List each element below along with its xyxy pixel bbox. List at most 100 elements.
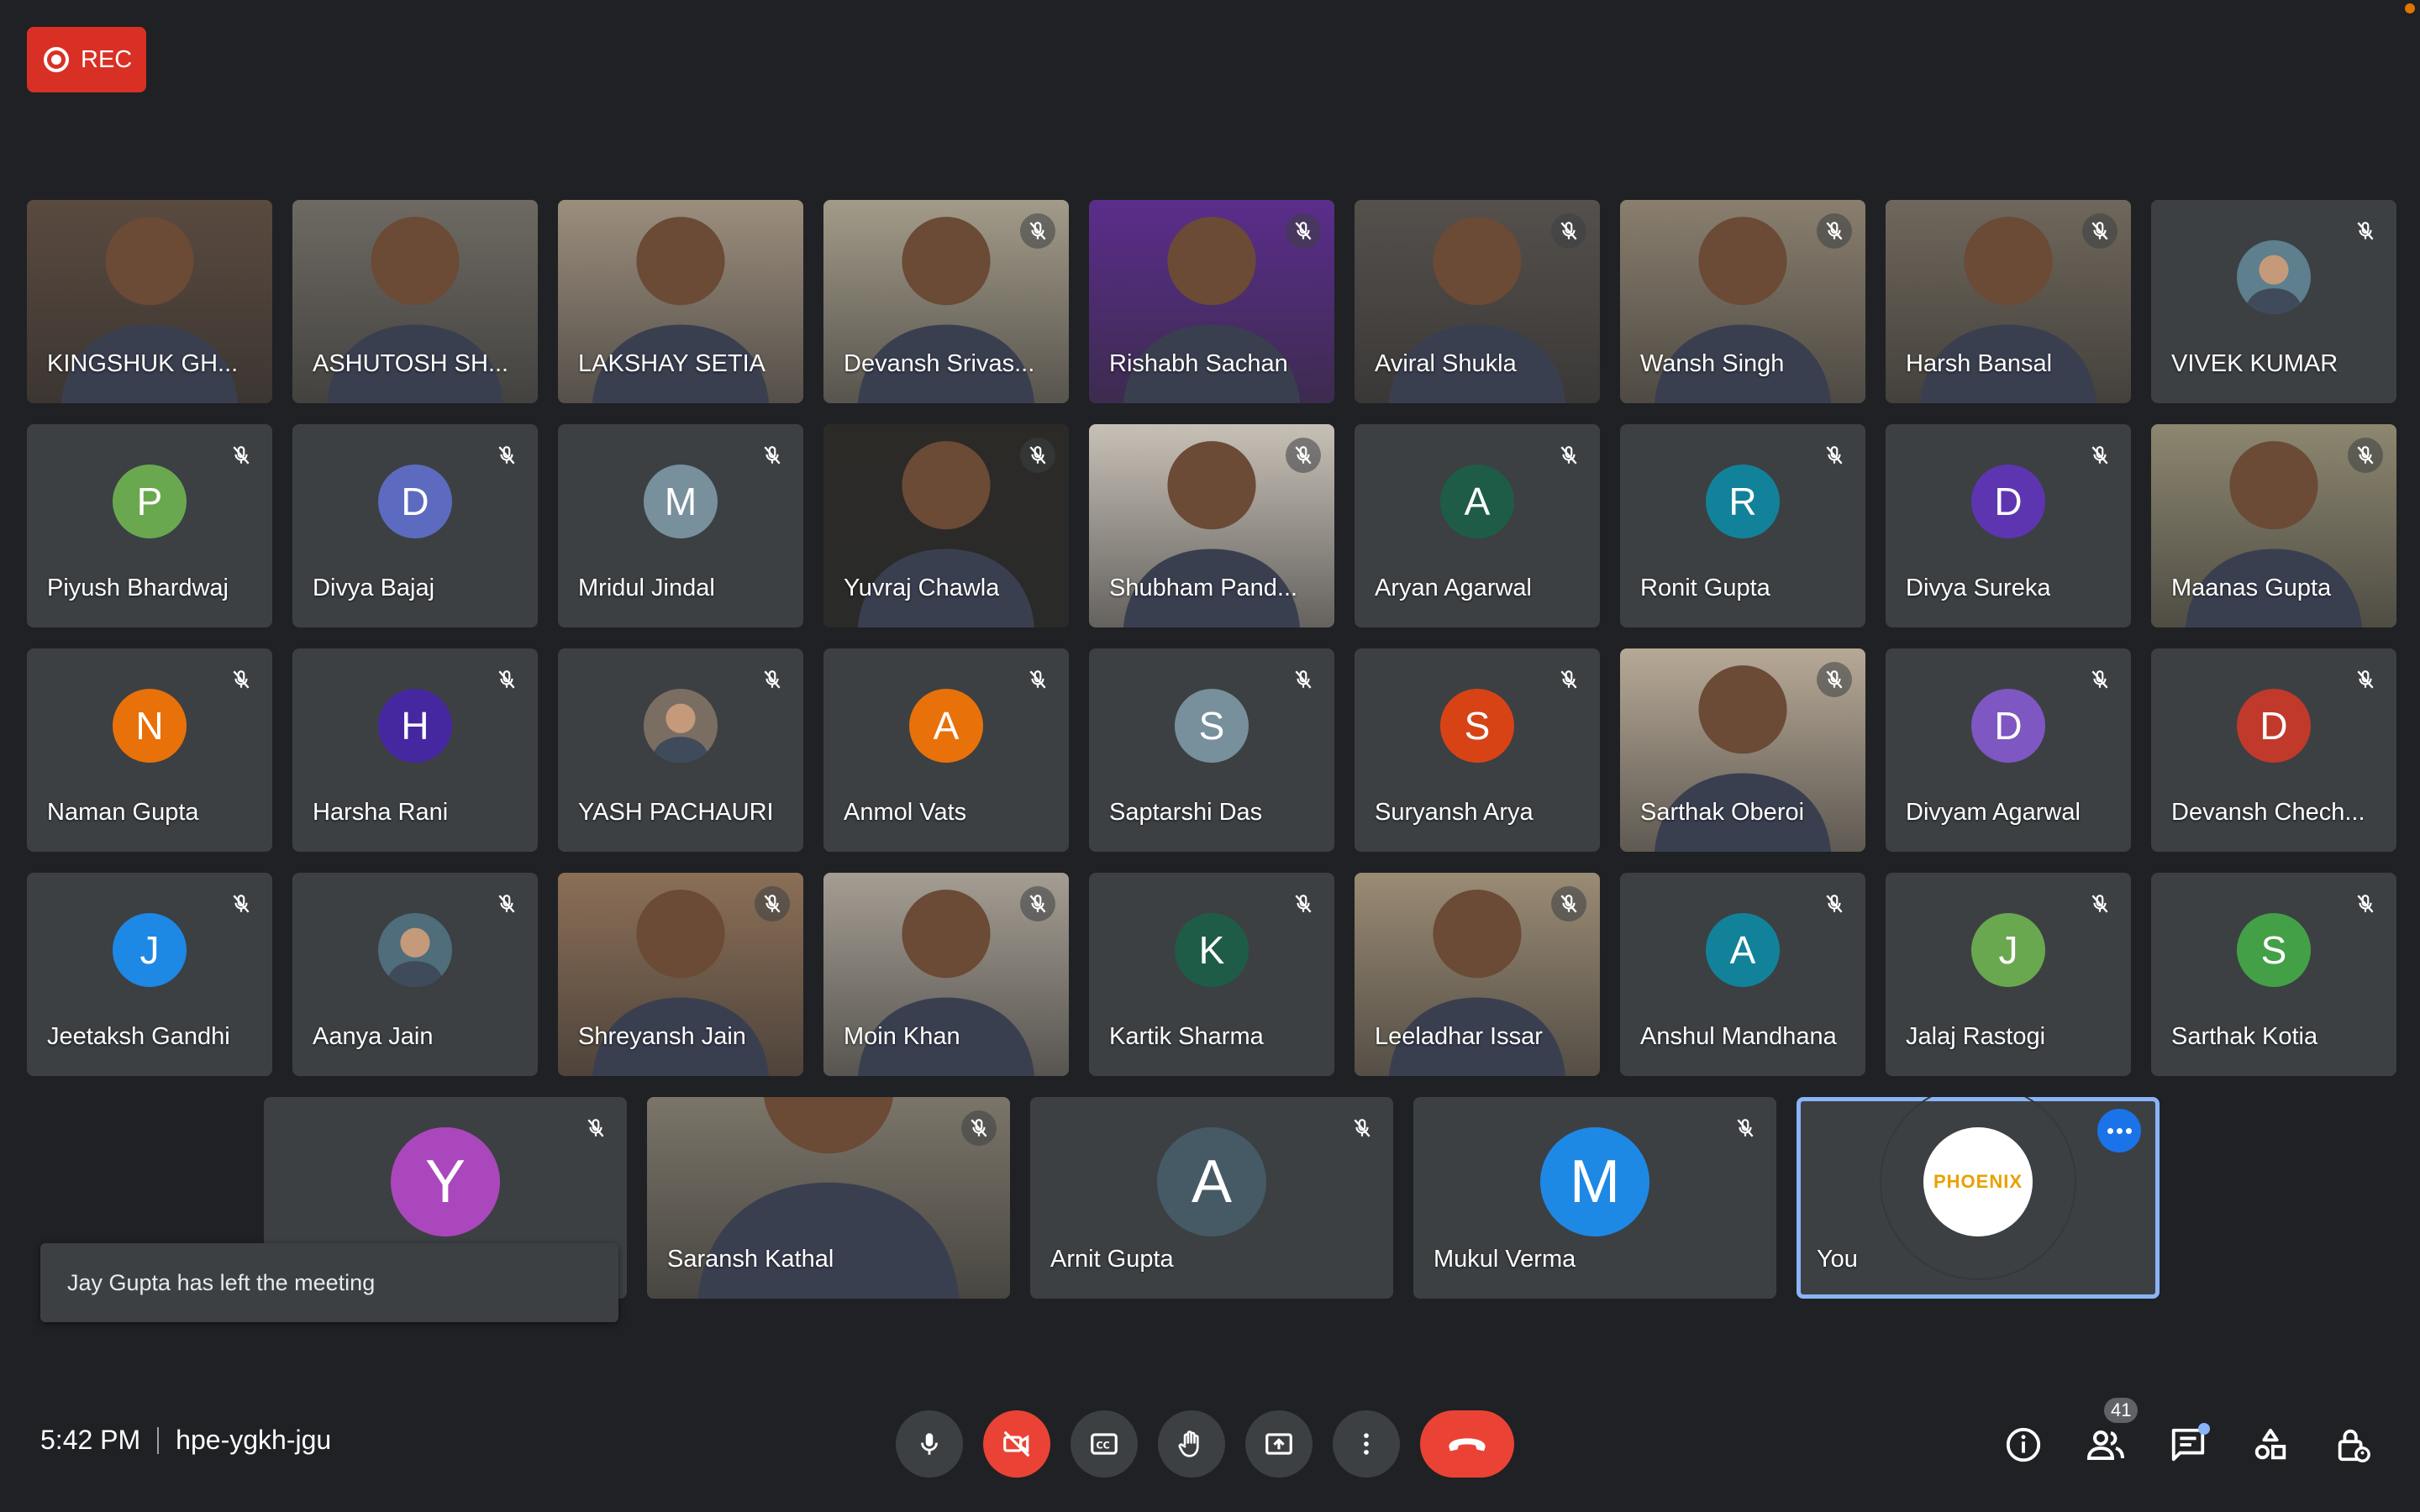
mic-off-icon	[1560, 670, 1577, 689]
participant-name: Piyush Bhardwaj	[47, 575, 229, 601]
mic-off-icon	[1826, 222, 1843, 240]
more-options-icon	[1364, 1433, 1369, 1455]
participant-tile[interactable]: Yuvraj Chawla	[823, 424, 1069, 627]
participant-name: Wansh Singh	[1640, 350, 1785, 377]
participant-tile[interactable]: Sarthak Oberoi	[1620, 648, 1865, 852]
participant-tile[interactable]: D Divya Bajaj	[292, 424, 538, 627]
mic-button[interactable]	[896, 1410, 963, 1478]
participant-tile[interactable]: YASH PACHAURI	[558, 648, 803, 852]
participant-tile[interactable]: Moin Khan	[823, 873, 1069, 1076]
avatar-photo	[378, 912, 452, 987]
mic-muted-indicator	[1728, 1110, 1763, 1146]
mic-muted-indicator	[1551, 213, 1586, 249]
participant-tile[interactable]: H Harsha Rani	[292, 648, 538, 852]
mic-muted-indicator	[755, 438, 790, 473]
participant-tile[interactable]: Wansh Singh	[1620, 200, 1865, 403]
participant-name: Aryan Agarwal	[1375, 575, 1532, 601]
participant-tile[interactable]: K Kartik Sharma	[1089, 873, 1334, 1076]
side-panel-controls: 41	[2000, 1398, 2376, 1478]
participant-tile[interactable]: A Arnit Gupta	[1030, 1097, 1393, 1299]
mic-icon	[921, 1433, 938, 1455]
mic-off-icon	[1354, 1119, 1370, 1137]
participant-name: Divya Bajaj	[313, 575, 435, 601]
mic-muted-indicator	[1286, 438, 1321, 473]
mic-off-icon	[498, 670, 515, 689]
dot	[2107, 1127, 2113, 1134]
avatar-initial: D	[1971, 688, 2045, 763]
participant-tile[interactable]: M Mukul Verma	[1413, 1097, 1776, 1299]
participant-tile[interactable]: Leeladhar Issar	[1355, 873, 1600, 1076]
leave-call-button[interactable]	[1420, 1410, 1514, 1478]
more-options-button[interactable]	[1333, 1410, 1400, 1478]
meeting-details-button[interactable]	[2000, 1411, 2047, 1478]
mic-muted-indicator	[2082, 886, 2118, 921]
present-button[interactable]	[1245, 1410, 1313, 1478]
divider	[157, 1426, 160, 1454]
participant-tile[interactable]: Shreyansh Jain	[558, 873, 803, 1076]
participant-tile[interactable]: KINGSHUK GH...	[27, 200, 272, 403]
people-button[interactable]: 41	[2082, 1398, 2139, 1478]
participant-tile[interactable]: Rishabh Sachan	[1089, 200, 1334, 403]
participant-name: Suryansh Arya	[1375, 799, 1534, 826]
participant-tile[interactable]: D Divya Sureka	[1886, 424, 2131, 627]
mic-muted-indicator	[1817, 213, 1852, 249]
activities-button[interactable]	[2247, 1411, 2294, 1478]
mic-muted-indicator	[1020, 213, 1055, 249]
mic-muted-indicator	[961, 1110, 997, 1146]
camera-button[interactable]	[983, 1410, 1050, 1478]
toast-text: Jay Gupta has left the meeting	[67, 1269, 376, 1295]
participant-tile[interactable]: LAKSHAY SETIA	[558, 200, 803, 403]
captions-button[interactable]: CC	[1071, 1410, 1138, 1478]
participant-tile[interactable]: J Jalaj Rastogi	[1886, 873, 2131, 1076]
participant-tile[interactable]: Shubham Pand...	[1089, 424, 1334, 627]
participant-tile[interactable]: ASHUTOSH SH...	[292, 200, 538, 403]
mic-muted-indicator	[1817, 662, 1852, 697]
participant-tile[interactable]: Saransh Kathal	[647, 1097, 1010, 1299]
host-controls-button[interactable]	[2329, 1411, 2376, 1478]
self-tile[interactable]: PHOENIX You	[1797, 1097, 2160, 1299]
tile-more-options-button[interactable]	[2097, 1109, 2141, 1152]
mic-muted-indicator	[1286, 213, 1321, 249]
mic-muted-indicator	[224, 886, 259, 921]
participant-tile[interactable]: VIVEK KUMAR	[2151, 200, 2396, 403]
participant-tile[interactable]: Aviral Shukla	[1355, 200, 1600, 403]
participant-tile[interactable]: Harsh Bansal	[1886, 200, 2131, 403]
participant-tile[interactable]: A Aryan Agarwal	[1355, 424, 1600, 627]
raise-hand-icon	[1178, 1431, 1199, 1457]
participant-tile[interactable]: D Divyam Agarwal	[1886, 648, 2131, 852]
participant-tile[interactable]: J Jeetaksh Gandhi	[27, 873, 272, 1076]
participant-tile[interactable]: Devansh Srivas...	[823, 200, 1069, 403]
participant-tile[interactable]: N Naman Gupta	[27, 648, 272, 852]
camera-off-icon	[1003, 1431, 1030, 1457]
mic-muted-indicator	[1286, 662, 1321, 697]
mic-off-icon	[2357, 895, 2374, 913]
mic-muted-indicator	[1020, 662, 1055, 697]
participant-tile[interactable]: S Sarthak Kotia	[2151, 873, 2396, 1076]
chat-button[interactable]	[2165, 1411, 2212, 1478]
participant-tile[interactable]: M Mridul Jindal	[558, 424, 803, 627]
participant-tile[interactable]: D Devansh Chech...	[2151, 648, 2396, 852]
avatar-initial: S	[2237, 912, 2311, 987]
participant-tile[interactable]: P Piyush Bhardwaj	[27, 424, 272, 627]
raise-hand-button[interactable]	[1158, 1410, 1225, 1478]
record-icon	[44, 47, 69, 72]
mic-off-icon	[2091, 222, 2108, 240]
participant-tile[interactable]: R Ronit Gupta	[1620, 424, 1865, 627]
mic-off-icon	[1029, 895, 1046, 913]
participant-tile[interactable]: S Saptarshi Das	[1089, 648, 1334, 852]
participant-tile[interactable]: S Suryansh Arya	[1355, 648, 1600, 852]
avatar-initial: S	[1440, 688, 1514, 763]
mic-off-icon	[1029, 446, 1046, 465]
participant-name: Jeetaksh Gandhi	[47, 1023, 230, 1050]
mic-off-icon	[1560, 222, 1577, 240]
participant-tile[interactable]: Maanas Gupta	[2151, 424, 2396, 627]
mic-off-icon	[233, 895, 250, 913]
end-call-icon	[1449, 1438, 1486, 1452]
participant-tile[interactable]: A Anmol Vats	[823, 648, 1069, 852]
avatar-initial: J	[113, 912, 187, 987]
mic-muted-indicator	[1551, 662, 1586, 697]
participant-tile[interactable]: A Anshul Mandhana	[1620, 873, 1865, 1076]
participant-tile[interactable]: Aanya Jain	[292, 873, 538, 1076]
avatar-initial: N	[113, 688, 187, 763]
mic-off-icon	[764, 895, 781, 913]
